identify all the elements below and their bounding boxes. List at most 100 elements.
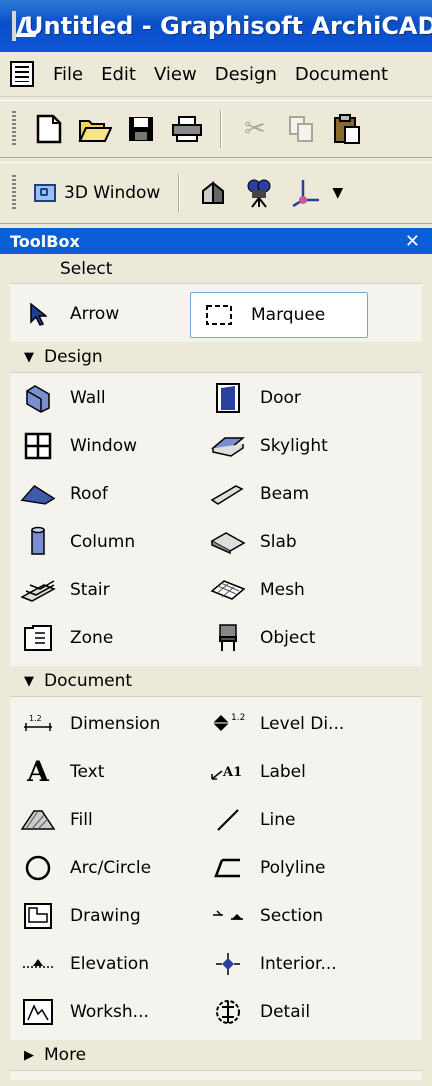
tool-label: Worksh... [70, 1002, 149, 1022]
marquee-icon [201, 297, 237, 333]
section-icon [210, 898, 246, 934]
tool-marquee[interactable]: Marquee [190, 292, 368, 338]
tool-object[interactable]: Object [200, 616, 400, 660]
tool-fill[interactable]: Fill [10, 798, 210, 842]
tool-label: Fill [70, 810, 93, 830]
chevron-down-icon[interactable]: ▼ [332, 185, 343, 201]
tool-worksheet[interactable]: Worksh... [10, 990, 210, 1034]
open-folder-icon[interactable] [75, 109, 115, 149]
worksheet-icon [20, 994, 56, 1030]
dimension-icon: 1.2 [20, 706, 56, 742]
roof-icon [20, 476, 56, 512]
tool-dimension[interactable]: 1.2 Dimension [10, 702, 210, 746]
tool-text[interactable]: A Text [10, 750, 210, 794]
tool-label: Drawing [70, 906, 141, 926]
tool-stair[interactable]: Stair [10, 568, 210, 612]
tool-zone[interactable]: Zone [10, 616, 210, 660]
svg-text:A1: A1 [222, 765, 242, 780]
mesh-icon [210, 572, 246, 608]
tool-interior-elevation[interactable]: Interior... [200, 942, 400, 986]
select-section-label: Select [60, 258, 113, 279]
tool-label: Window [70, 436, 138, 456]
toolbar-grip[interactable] [12, 111, 16, 147]
arrow-icon [20, 296, 56, 332]
tool-label: Skylight [260, 436, 328, 456]
print-icon[interactable] [167, 109, 207, 149]
label-icon: A1 [210, 754, 246, 790]
document-section-header[interactable]: ▼ Document [10, 666, 422, 697]
skylight-icon [210, 428, 246, 464]
tool-label: Object [260, 628, 316, 648]
tool-label: Level Di... [260, 714, 345, 734]
document-section-label: Document [44, 671, 133, 691]
tool-label: Beam [260, 484, 310, 504]
object-icon [210, 620, 246, 656]
triangle-down-icon: ▼ [24, 349, 34, 365]
house-icon[interactable] [193, 173, 233, 213]
tool-beam[interactable]: Beam [200, 472, 400, 516]
tool-arc-circle[interactable]: Arc/Circle [10, 846, 210, 890]
3d-window-icon [34, 184, 56, 202]
toolbox-title-bar[interactable]: ToolBox ✕ [0, 228, 432, 254]
line-icon [210, 802, 246, 838]
tool-column[interactable]: Column [10, 520, 210, 564]
archicad-app-icon[interactable] [12, 11, 16, 41]
tool-skylight[interactable]: Skylight [200, 424, 400, 468]
tool-label: Door [260, 388, 301, 408]
wall-icon [20, 380, 56, 416]
menu-view[interactable]: View [145, 64, 206, 85]
stair-icon [20, 572, 56, 608]
svg-text:1.2: 1.2 [29, 714, 42, 723]
document-menu-icon[interactable] [10, 61, 34, 87]
new-file-icon[interactable] [29, 109, 69, 149]
window-title: Untitled - Graphisoft ArchiCAD [24, 12, 432, 40]
tool-elevation[interactable]: Elevation [10, 942, 210, 986]
paste-icon[interactable] [327, 109, 367, 149]
tool-label: Mesh [260, 580, 305, 600]
toolbar-separator [178, 174, 181, 212]
tool-label: Line [260, 810, 296, 830]
tool-label: Arc/Circle [70, 858, 152, 878]
more-section-header[interactable]: ▶ More [10, 1040, 422, 1071]
menu-file[interactable]: File [44, 64, 92, 85]
elevation-icon [20, 946, 56, 982]
title-bar: Untitled - Graphisoft ArchiCAD [0, 0, 432, 52]
tool-line[interactable]: Line [200, 798, 400, 842]
tool-arrow[interactable]: Arrow [10, 292, 210, 336]
tool-label: Slab [260, 532, 297, 552]
tool-label: Section [260, 906, 324, 926]
axis-icon[interactable] [285, 173, 325, 213]
standard-toolbar: ✂ [0, 100, 432, 158]
tool-section[interactable]: Section [200, 894, 400, 938]
3d-window-button[interactable]: 3D Window [26, 173, 168, 213]
tool-level-dimension[interactable]: 1.2 Level Di... [200, 702, 400, 746]
tool-polyline[interactable]: Polyline [200, 846, 400, 890]
save-icon[interactable] [121, 109, 161, 149]
menu-document[interactable]: Document [286, 64, 397, 85]
close-icon[interactable]: ✕ [395, 231, 432, 252]
toolbar-grip[interactable] [12, 175, 16, 211]
tool-door[interactable]: Door [200, 376, 400, 420]
tool-roof[interactable]: Roof [10, 472, 210, 516]
svg-text:1.2: 1.2 [231, 713, 245, 723]
copy-icon[interactable] [281, 109, 321, 149]
tool-label: Marquee [251, 305, 326, 325]
cut-icon[interactable]: ✂ [235, 109, 275, 149]
tool-label: Elevation [70, 954, 149, 974]
tool-window[interactable]: Window [10, 424, 210, 468]
tool-mesh[interactable]: Mesh [200, 568, 400, 612]
tool-label[interactable]: A1 Label [200, 750, 400, 794]
tool-slab[interactable]: Slab [200, 520, 400, 564]
arc-circle-icon [20, 850, 56, 886]
camera-icon[interactable] [239, 173, 279, 213]
triangle-right-icon: ▶ [24, 1047, 34, 1063]
tool-drawing[interactable]: Drawing [10, 894, 210, 938]
tool-label: Label [260, 762, 306, 782]
polyline-icon [210, 850, 246, 886]
design-section-header[interactable]: ▼ Design [10, 342, 422, 373]
tool-wall[interactable]: Wall [10, 376, 210, 420]
menu-design[interactable]: Design [206, 64, 286, 85]
tool-detail[interactable]: Detail [200, 990, 400, 1034]
tool-label: Text [70, 762, 105, 782]
menu-edit[interactable]: Edit [92, 64, 145, 85]
